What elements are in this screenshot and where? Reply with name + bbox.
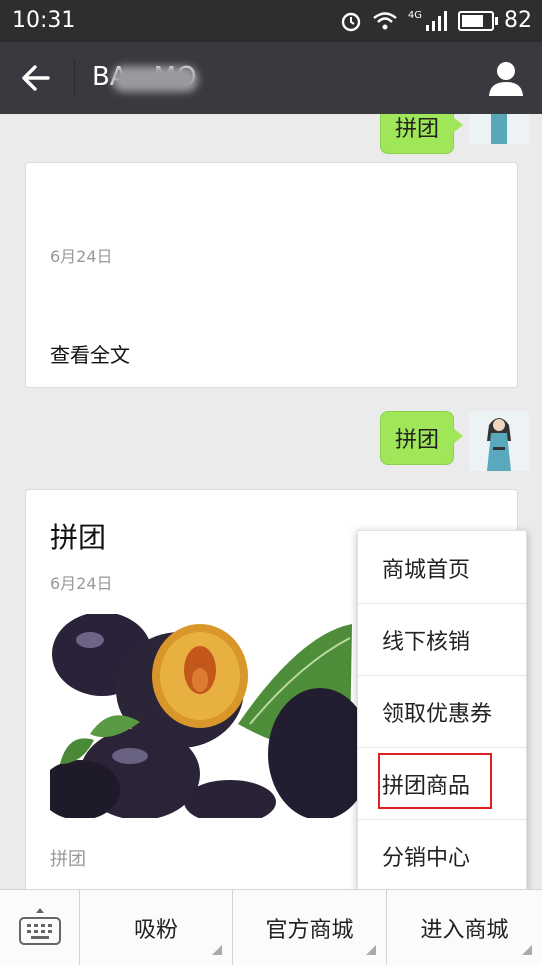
submenu-corner-icon [522,945,532,955]
battery-icon [458,10,498,31]
article-card[interactable]: 6月24日 查看全文 [25,162,518,388]
keyboard-toggle-button[interactable] [0,890,80,965]
status-time: 10:31 [12,8,76,33]
menu-item-label: 分销中心 [382,846,471,871]
article-title: 拼团 [50,521,107,554]
wifi-icon [373,11,397,29]
menu-item-coupons[interactable]: 领取优惠券 [358,675,526,748]
submenu-corner-icon [212,945,222,955]
message-text: 拼团 [395,117,440,142]
menu-item-label: 领取优惠券 [382,702,493,727]
submenu-corner-icon [366,945,376,955]
header-divider [74,60,75,96]
tab-label: 吸粉 [133,917,178,943]
alarm-icon [341,12,361,31]
keyboard-icon [19,908,61,945]
battery-percent: 82 [504,8,532,33]
menu-item-mall-home[interactable]: 商城首页 [358,531,526,604]
user-avatar[interactable] [469,114,529,144]
status-bar: 10:31 4G 82 [0,0,542,42]
title-blur-mask [112,66,198,92]
plum-image [50,614,360,818]
menu-item-label: 线下核销 [382,630,471,655]
article-date: 6月24日 [50,247,113,266]
article-tag: 拼团 [50,849,86,870]
message-bubble[interactable]: 拼团 [380,114,464,154]
chat-header: BA…MO [0,42,542,114]
message-bubble[interactable]: 拼团 [380,411,464,465]
highlight-box [378,753,492,809]
tab-official-mall[interactable]: 官方商城 [233,890,387,965]
read-full-link[interactable]: 查看全文 [50,339,130,368]
user-avatar[interactable] [469,411,529,471]
menu-item-distribution-center[interactable]: 分销中心 [358,819,526,891]
person-icon[interactable] [486,58,526,98]
menu-item-label: 商城首页 [382,558,471,583]
tab-label: 官方商城 [265,917,354,943]
tab-label: 进入商城 [420,917,509,943]
tab-enter-mall[interactable]: 进入商城 [387,890,542,965]
menu-item-offline-verify[interactable]: 线下核销 [358,603,526,676]
status-icons: 4G 82 [340,8,532,33]
network-type: 4G [407,10,422,21]
tab-attract-fans[interactable]: 吸粉 [80,890,233,965]
back-arrow-icon[interactable] [18,60,58,96]
message-text: 拼团 [395,428,440,453]
bottom-menu-bar: 吸粉 官方商城 进入商城 [0,889,542,965]
article-date: 6月24日 [50,574,113,593]
popup-menu: 商城首页 线下核销 领取优惠券 拼团商品 分销中心 [357,530,527,892]
signal-icon [426,10,447,31]
